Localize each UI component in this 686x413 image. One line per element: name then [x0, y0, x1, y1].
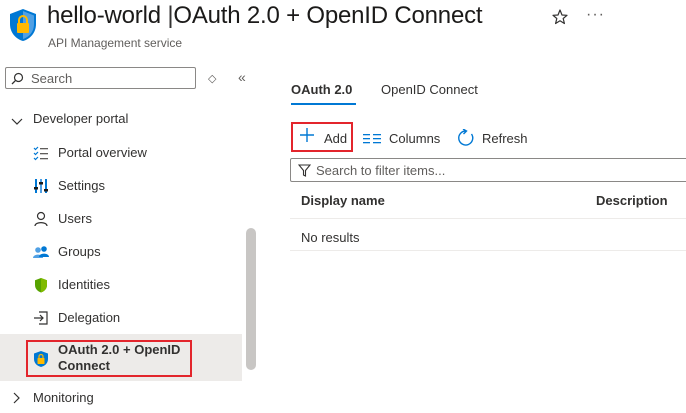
groups-icon — [33, 244, 49, 260]
delegation-icon — [33, 310, 49, 326]
sidebar-group-label: Monitoring — [33, 390, 94, 405]
table-header-divider — [290, 218, 686, 219]
sidebar-scrollbar[interactable] — [246, 228, 256, 370]
table-row-divider — [290, 250, 686, 251]
sidebar-item-delegation[interactable]: Delegation — [0, 303, 242, 333]
columns-button-label: Columns — [389, 131, 441, 146]
tab-oauth2[interactable]: OAuth 2.0 — [291, 82, 352, 97]
filter-icon — [297, 164, 312, 182]
refresh-icon — [457, 128, 475, 152]
empty-state-text: No results — [301, 230, 360, 245]
plus-icon — [299, 127, 315, 143]
filter-placeholder: Search to filter items... — [316, 163, 446, 178]
sidebar-item-label: Groups — [58, 244, 101, 259]
add-button[interactable]: Add — [291, 122, 353, 152]
sidebar-group-label: Developer portal — [33, 111, 129, 126]
ellipsis-icon[interactable]: ··· — [586, 6, 605, 24]
sidebar-item-label: Users — [58, 211, 92, 226]
sidebar-item-groups[interactable]: Groups — [0, 237, 242, 267]
filter-input[interactable]: Search to filter items... — [290, 158, 686, 182]
refresh-button-label: Refresh — [482, 131, 528, 146]
column-header-display-name[interactable]: Display name — [301, 193, 385, 208]
sidebar-item-identities[interactable]: Identities — [0, 270, 242, 300]
chevron-right-icon — [13, 392, 21, 407]
active-tab-indicator — [291, 103, 356, 105]
search-placeholder: Search — [31, 71, 73, 86]
sidebar-item-label: Portal overview — [58, 145, 147, 160]
sliders-icon — [33, 178, 49, 194]
resource-name: hello-world — [47, 2, 161, 29]
blade-title: OAuth 2.0 + OpenID Connect — [173, 2, 483, 29]
sidebar-item-label: Identities — [58, 277, 111, 292]
user-icon — [33, 211, 49, 227]
add-button-label: Add — [324, 131, 348, 146]
page-subtitle: API Management service — [48, 36, 183, 50]
sidebar-search-input[interactable]: Search — [5, 67, 196, 89]
search-options-icon[interactable]: ◇ — [208, 72, 216, 85]
column-header-description[interactable]: Description — [596, 193, 668, 208]
page-title: hello-world |OAuth 2.0 + OpenID Connect — [47, 2, 483, 30]
list-check-icon — [33, 145, 49, 161]
collapse-sidebar-icon[interactable]: « — [238, 69, 246, 85]
highlight-box — [26, 340, 192, 377]
sidebar-group-developer-portal[interactable]: Developer portal — [0, 103, 242, 133]
sidebar-item-users[interactable]: Users — [0, 204, 242, 234]
columns-icon — [363, 132, 381, 150]
api-management-icon — [8, 8, 38, 42]
sidebar-item-label: Settings — [58, 178, 105, 193]
sidebar-group-monitoring[interactable]: Monitoring — [0, 382, 242, 412]
shield-icon — [33, 277, 49, 293]
chevron-down-icon — [11, 114, 23, 129]
sidebar-item-label: Delegation — [58, 310, 121, 325]
search-icon — [11, 72, 24, 90]
tab-openid-connect[interactable]: OpenID Connect — [381, 82, 478, 97]
star-icon[interactable] — [551, 8, 569, 26]
sidebar-item-settings[interactable]: Settings — [0, 171, 242, 201]
sidebar-item-portal-overview[interactable]: Portal overview — [0, 138, 242, 168]
